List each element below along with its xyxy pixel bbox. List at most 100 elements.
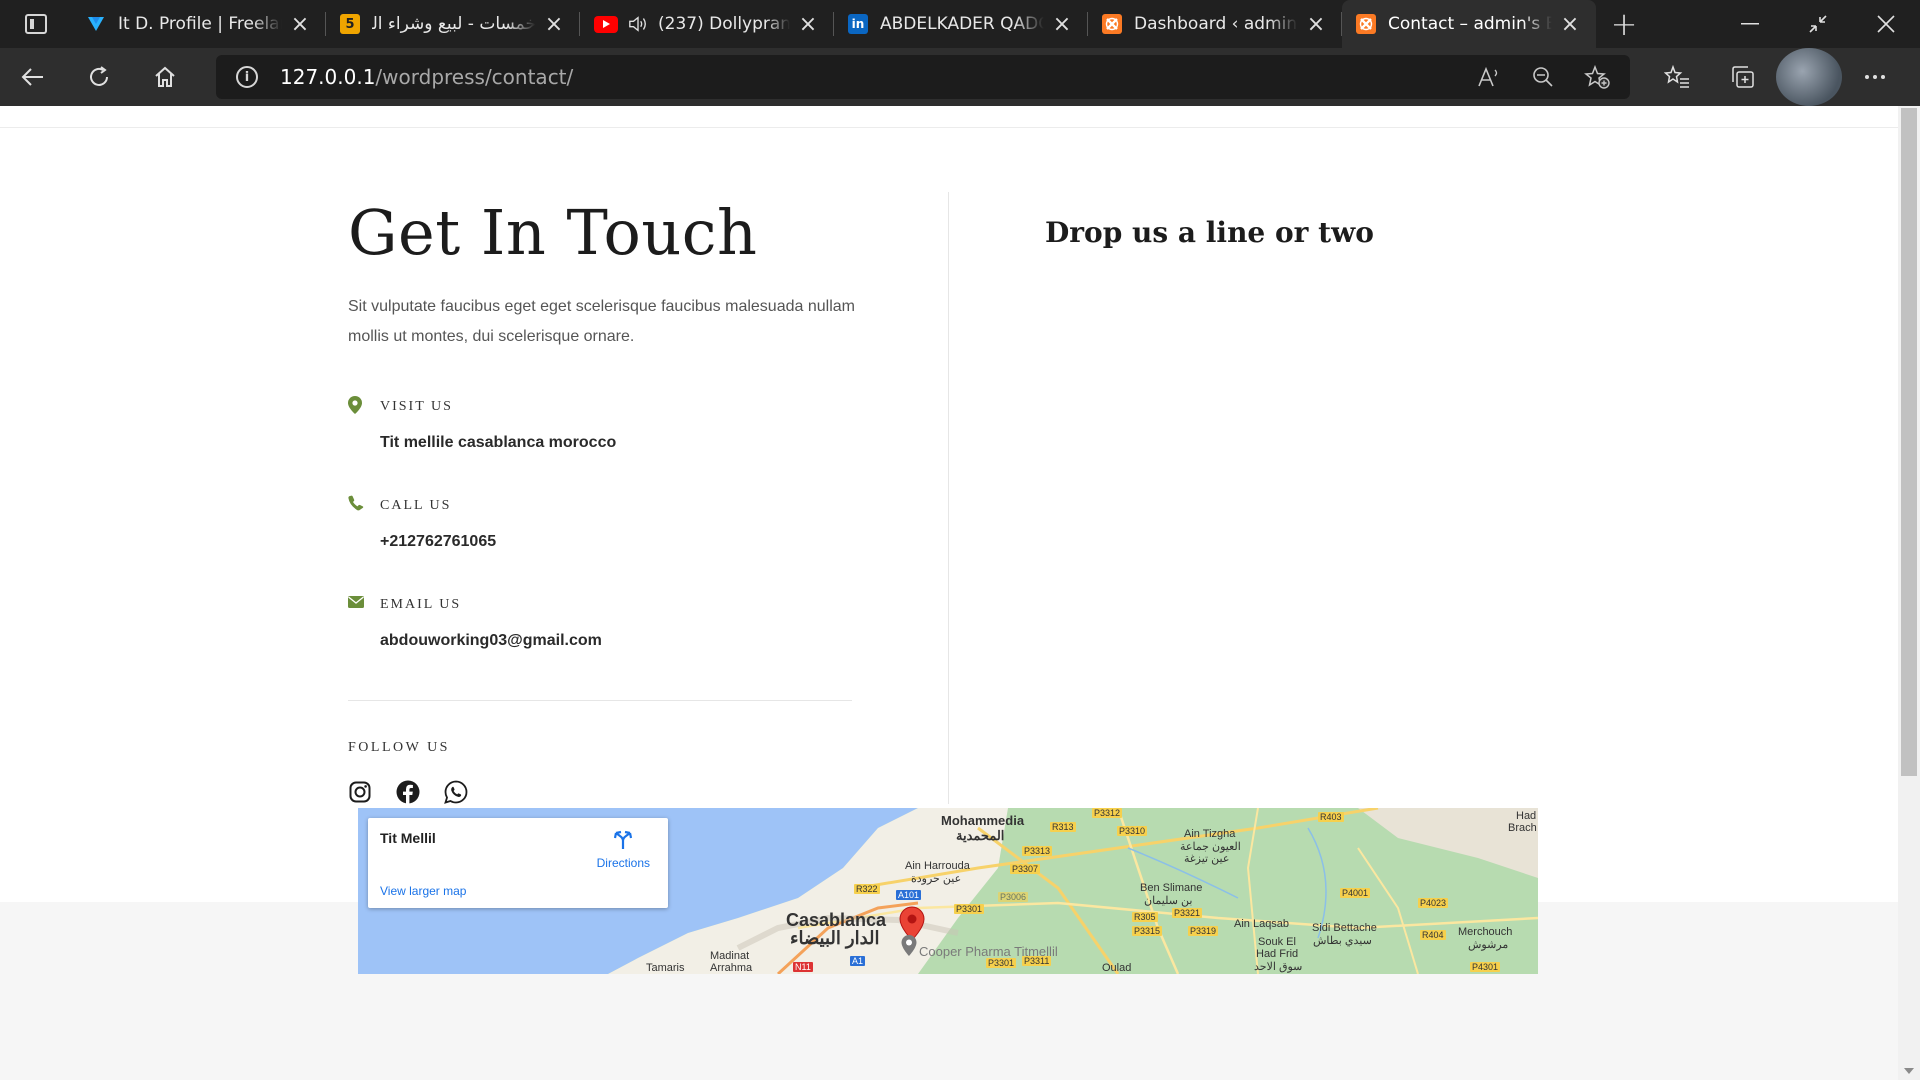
route-shield: P3311: [1022, 956, 1052, 966]
favorites-button[interactable]: [1644, 48, 1710, 106]
xampp-icon: [1102, 14, 1122, 34]
map-label: عين حرودة: [911, 873, 962, 885]
section-divider: [348, 700, 852, 701]
map-label: Oulad: [1102, 962, 1132, 974]
directions-button[interactable]: Directions: [597, 830, 650, 870]
reload-icon: [90, 66, 108, 86]
collections-button[interactable]: [1710, 48, 1776, 106]
close-tab-icon[interactable]: ×: [796, 12, 820, 37]
collections-icon: [1732, 66, 1754, 88]
youtube-icon: [594, 15, 618, 33]
social-links: [348, 780, 468, 804]
map-label: Had Frid: [1256, 948, 1299, 960]
route-shield: R403: [1318, 812, 1344, 822]
route-shield: P3319: [1188, 926, 1219, 936]
route-shield: N11: [793, 962, 813, 972]
close-tab-icon[interactable]: ×: [1558, 12, 1582, 37]
poi-marker-icon[interactable]: [900, 934, 918, 958]
avatar: [1776, 48, 1842, 106]
route-shield: P3321: [1172, 908, 1203, 918]
map-label: Tamaris: [646, 962, 685, 974]
map-label: Had: [1516, 810, 1537, 822]
route-shield: A101: [896, 890, 922, 900]
scroll-down-icon[interactable]: [1904, 1068, 1914, 1074]
visit-value: Tit mellile casablanca morocco: [380, 434, 617, 451]
site-info-icon[interactable]: i: [236, 66, 258, 88]
tab-khamsat[interactable]: 5 خمسات - لبيع وشراء الخدمات ×: [326, 0, 580, 48]
route-shield: P3315: [1132, 926, 1163, 936]
minimize-button[interactable]: [1716, 0, 1784, 48]
tab-actions-icon: [25, 14, 47, 34]
email-label: EMAIL US: [380, 597, 462, 612]
scrollbar-thumb[interactable]: [1901, 108, 1917, 776]
route-shield: P3312: [1092, 808, 1123, 818]
address-bar[interactable]: i 127.0.0.1/wordpress/contact/: [216, 55, 1630, 99]
intro-text: Sit vulputate faucibus eget eget sceleri…: [348, 298, 855, 345]
browser-tab-strip: It D. Profile | Freelancer × 5 خمسات - ل…: [0, 0, 1920, 48]
tab-freelancer[interactable]: It D. Profile | Freelancer ×: [72, 0, 326, 48]
read-aloud-icon[interactable]: [1474, 62, 1504, 92]
route-shield: R322: [854, 884, 880, 894]
route-shield: P4001: [1340, 888, 1371, 898]
back-arrow-icon: [21, 68, 43, 86]
favorites-icon: [1664, 65, 1689, 88]
route-shield: P4301: [1470, 962, 1501, 972]
map-label: سيدي بطاش: [1313, 935, 1372, 947]
instagram-icon[interactable]: [348, 780, 372, 804]
tab-title: Dashboard ‹ admin's Blog: [1134, 14, 1298, 34]
whatsapp-icon[interactable]: [444, 780, 468, 804]
profile-button[interactable]: [1776, 48, 1842, 106]
zoom-out-icon[interactable]: [1528, 62, 1558, 92]
home-icon: [155, 66, 175, 87]
url-host: 127.0.0.1: [280, 65, 376, 89]
xampp-icon: [1356, 14, 1376, 34]
map-label: الدار البيضاء: [790, 928, 880, 948]
tab-actions-button[interactable]: [0, 0, 72, 48]
window-controls: [1716, 0, 1920, 48]
reload-button[interactable]: [66, 48, 132, 106]
embedded-map[interactable]: Mohammedia المحمدية Ain Harrouda عين حرو…: [358, 808, 1538, 974]
view-larger-map-link[interactable]: View larger map: [380, 884, 466, 898]
route-shield: P3301: [954, 904, 985, 914]
map-label: Sidi Bettache: [1312, 922, 1377, 934]
tab-dashboard[interactable]: Dashboard ‹ admin's Blog ×: [1088, 0, 1342, 48]
home-button[interactable]: [132, 48, 198, 106]
page-scrollbar[interactable]: [1898, 106, 1920, 1080]
visit-label: VISIT US: [380, 399, 453, 414]
close-tab-icon[interactable]: ×: [1050, 12, 1074, 37]
tab-contact[interactable]: Contact – admin's Blog ×: [1342, 0, 1596, 48]
route-shield: R305: [1132, 912, 1158, 922]
close-tab-icon[interactable]: ×: [542, 12, 566, 37]
settings-menu-button[interactable]: [1842, 48, 1908, 106]
tab-title: Contact – admin's Blog: [1388, 14, 1552, 34]
form-heading: Drop us a line or two: [1045, 216, 1374, 249]
speaker-icon[interactable]: [628, 14, 648, 34]
email-value[interactable]: abdouworking03@gmail.com: [380, 632, 602, 650]
map-label: بن سليمان: [1144, 895, 1193, 907]
map-label: Mohammedia: [941, 813, 1025, 828]
route-shield: P3301: [986, 958, 1017, 968]
back-button[interactable]: [0, 48, 66, 106]
restore-button[interactable]: [1784, 0, 1852, 48]
map-label: Arrahma: [710, 962, 753, 974]
add-favorite-icon[interactable]: [1582, 62, 1612, 92]
new-tab-button[interactable]: +: [1596, 0, 1652, 48]
freelancer-icon: [86, 14, 106, 34]
tab-title: خمسات - لبيع وشراء الخدمات: [372, 14, 536, 34]
facebook-icon[interactable]: [396, 780, 420, 804]
close-window-button[interactable]: [1852, 0, 1920, 48]
call-value[interactable]: +212762761065: [380, 533, 496, 551]
tab-linkedin[interactable]: in ABDELKADER QADOUR ×: [834, 0, 1088, 48]
close-tab-icon[interactable]: ×: [1304, 12, 1328, 37]
tab-title: (237) Dollypran: [658, 14, 790, 34]
linkedin-icon: in: [848, 14, 868, 34]
close-tab-icon[interactable]: ×: [288, 12, 312, 37]
browser-toolbar: i 127.0.0.1/wordpress/contact/: [0, 48, 1920, 106]
route-shield: P3310: [1117, 826, 1148, 836]
route-shield: A1: [850, 956, 866, 966]
map-marker-icon: [348, 396, 364, 414]
envelope-icon: [348, 594, 364, 612]
map-label: Ain Laqsab: [1234, 918, 1290, 930]
tab-youtube[interactable]: (237) Dollypran ×: [580, 0, 834, 48]
map-info-card: Tit Mellil Directions View larger map: [368, 818, 668, 908]
